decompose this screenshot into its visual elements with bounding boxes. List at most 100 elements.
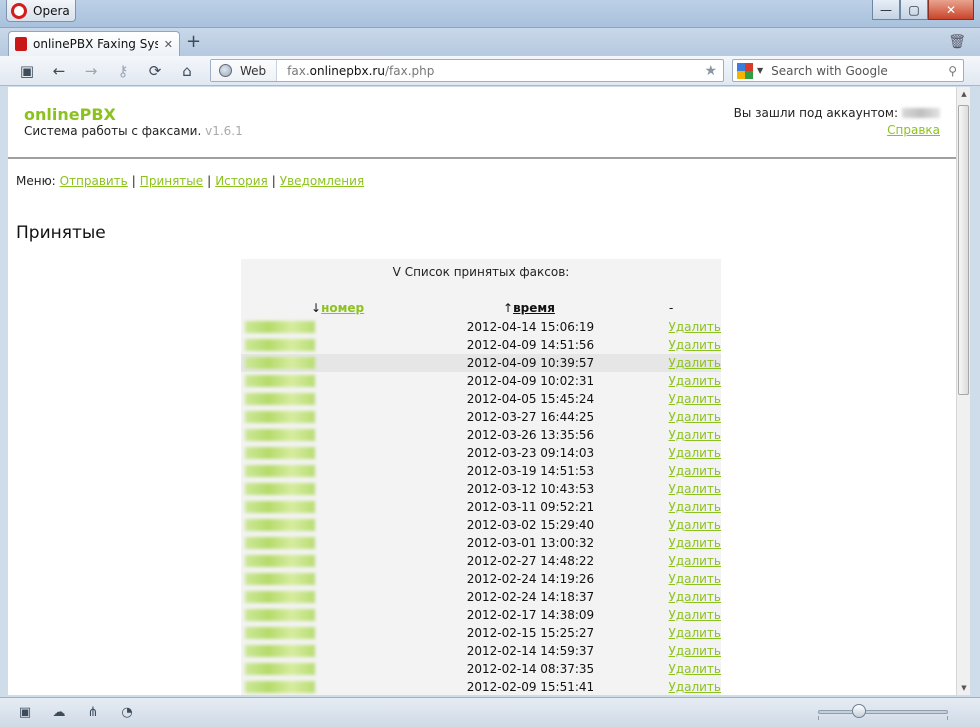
- fax-number-cell: [241, 627, 467, 639]
- fax-time-cell: 2012-03-11 09:52:21: [466, 500, 595, 514]
- fax-number-redacted[interactable]: [245, 681, 315, 693]
- delete-fax-link[interactable]: Удалить: [669, 410, 722, 424]
- fax-number-redacted[interactable]: [245, 519, 315, 531]
- fax-number-redacted[interactable]: [245, 609, 315, 621]
- delete-fax-link[interactable]: Удалить: [669, 356, 722, 370]
- scrollbar-thumb[interactable]: [958, 105, 969, 395]
- fax-number-redacted[interactable]: [245, 483, 315, 495]
- tab-close-icon[interactable]: ✕: [164, 38, 173, 51]
- delete-fax-link[interactable]: Удалить: [669, 374, 722, 388]
- delete-fax-link[interactable]: Удалить: [669, 662, 722, 676]
- tab-onlinepbx[interactable]: onlinePBX Faxing System ✕: [8, 31, 180, 56]
- fax-number-redacted[interactable]: [245, 501, 315, 513]
- cloud-icon[interactable]: ☁: [50, 703, 68, 721]
- delete-fax-link[interactable]: Удалить: [669, 392, 722, 406]
- fax-number-redacted[interactable]: [245, 591, 315, 603]
- table-row: 2012-03-11 09:52:21 Удалить: [241, 498, 721, 516]
- delete-fax-link[interactable]: Удалить: [669, 338, 722, 352]
- fax-number-cell: [241, 483, 467, 495]
- search-icon[interactable]: ⚲: [948, 64, 957, 78]
- sort-by-number-link[interactable]: номер: [321, 301, 364, 315]
- fax-time-cell: 2012-03-23 09:14:03: [466, 446, 595, 460]
- trash-icon[interactable]: 🗑: [948, 34, 966, 50]
- delete-fax-link[interactable]: Удалить: [669, 482, 722, 496]
- zoom-slider-track[interactable]: [818, 710, 948, 714]
- new-tab-plus-icon[interactable]: +: [186, 33, 201, 51]
- delete-fax-link[interactable]: Удалить: [669, 446, 722, 460]
- fax-number-cell: [241, 465, 467, 477]
- fax-number-redacted[interactable]: [245, 645, 315, 657]
- forward-arrow-icon[interactable]: →: [80, 61, 102, 81]
- delete-fax-link[interactable]: Удалить: [669, 518, 722, 532]
- fax-number-redacted[interactable]: [245, 573, 315, 585]
- opera-menu-label: Opera: [33, 3, 70, 18]
- delete-fax-link[interactable]: Удалить: [669, 320, 722, 334]
- delete-fax-link[interactable]: Удалить: [669, 590, 722, 604]
- delete-fax-link[interactable]: Удалить: [669, 572, 722, 586]
- search-input[interactable]: Search with Google: [771, 64, 948, 78]
- share-icon[interactable]: ⋔: [84, 703, 102, 721]
- fax-number-redacted[interactable]: [245, 375, 315, 387]
- back-arrow-icon[interactable]: ←: [48, 61, 70, 81]
- panel-toggle-icon[interactable]: ▣: [16, 61, 38, 81]
- fax-number-redacted[interactable]: [245, 555, 315, 567]
- zoom-slider-knob[interactable]: [852, 704, 866, 718]
- fax-number-redacted[interactable]: [245, 627, 315, 639]
- fax-number-cell: [241, 663, 467, 675]
- fax-number-redacted[interactable]: [245, 357, 315, 369]
- address-bar[interactable]: Web fax.onlinepbx.ru/fax.php ★: [210, 59, 724, 82]
- delete-fax-link[interactable]: Удалить: [669, 626, 722, 640]
- menu-item-notifications[interactable]: Уведомления: [280, 174, 364, 188]
- sort-by-time-link[interactable]: время: [513, 301, 555, 315]
- maximize-button[interactable]: ▢: [900, 0, 928, 20]
- reload-icon[interactable]: ⟳: [144, 61, 166, 81]
- home-icon[interactable]: ⌂: [176, 61, 198, 81]
- opera-menu-button[interactable]: Opera: [6, 0, 76, 22]
- fax-number-redacted[interactable]: [245, 465, 315, 477]
- scroll-down-icon[interactable]: ▼: [957, 681, 971, 695]
- fax-number-redacted[interactable]: [245, 339, 315, 351]
- tab-title: onlinePBX Faxing System: [33, 37, 158, 51]
- key-icon[interactable]: ⚷: [112, 61, 134, 81]
- url-domain: onlinepbx.ru: [309, 63, 385, 78]
- collapse-chevron-icon[interactable]: V: [393, 265, 401, 279]
- column-header-time[interactable]: ↑время: [503, 301, 555, 315]
- help-link[interactable]: Справка: [887, 123, 940, 137]
- delete-fax-link[interactable]: Удалить: [669, 464, 722, 478]
- column-header-number[interactable]: ↓номер: [311, 301, 364, 315]
- delete-fax-link[interactable]: Удалить: [669, 644, 722, 658]
- panel-icon[interactable]: ▣: [16, 703, 34, 721]
- delete-fax-link[interactable]: Удалить: [669, 608, 722, 622]
- fax-number-redacted[interactable]: [245, 447, 315, 459]
- bookmark-star-icon[interactable]: ★: [704, 63, 723, 79]
- scroll-up-icon[interactable]: ▲: [957, 87, 971, 101]
- minimize-button[interactable]: —: [872, 0, 900, 20]
- fax-number-redacted[interactable]: [245, 411, 315, 423]
- fax-number-redacted[interactable]: [245, 393, 315, 405]
- speed-dial-icon[interactable]: ◔: [118, 703, 136, 721]
- url-prefix: fax.: [287, 63, 310, 78]
- delete-fax-link[interactable]: Удалить: [669, 500, 722, 514]
- fax-number-redacted[interactable]: [245, 321, 315, 333]
- search-engine-dropdown-icon[interactable]: ▼: [757, 66, 763, 75]
- vertical-scrollbar[interactable]: ▲ ▼: [956, 87, 970, 695]
- window-controls: — ▢ ✕: [872, 0, 974, 20]
- menu-item-send[interactable]: Отправить: [60, 174, 128, 188]
- brand-title: onlinePBX: [24, 105, 116, 124]
- address-scheme-label: Web: [240, 63, 267, 78]
- address-url[interactable]: fax.onlinepbx.ru/fax.php: [277, 64, 704, 78]
- fax-list-caption[interactable]: V Список принятых факсов:: [241, 265, 721, 279]
- menu-item-history[interactable]: История: [215, 174, 268, 188]
- close-window-button[interactable]: ✕: [928, 0, 974, 20]
- delete-fax-link[interactable]: Удалить: [669, 554, 722, 568]
- delete-fax-link[interactable]: Удалить: [669, 680, 722, 694]
- delete-fax-link[interactable]: Удалить: [669, 536, 722, 550]
- fax-number-redacted[interactable]: [245, 537, 315, 549]
- fax-number-redacted[interactable]: [245, 429, 315, 441]
- search-box[interactable]: ▼ Search with Google ⚲: [732, 59, 964, 82]
- address-scheme-badge[interactable]: Web: [211, 60, 278, 81]
- fax-number-redacted[interactable]: [245, 663, 315, 675]
- delete-fax-link[interactable]: Удалить: [669, 428, 722, 442]
- table-row: 2012-04-09 14:51:56 Удалить: [241, 336, 721, 354]
- menu-item-received[interactable]: Принятые: [140, 174, 203, 188]
